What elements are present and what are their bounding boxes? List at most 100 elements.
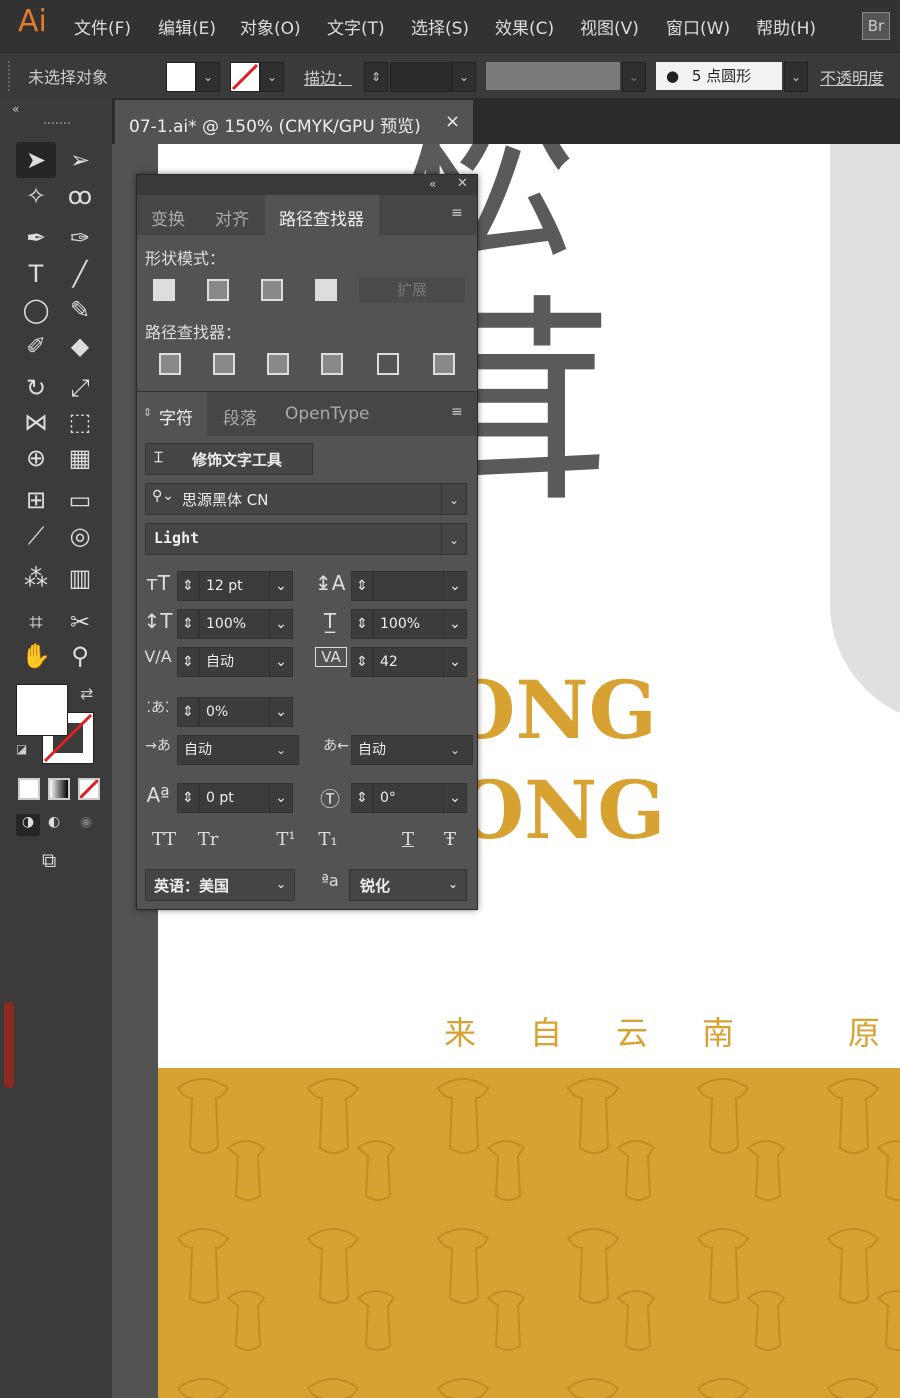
tracking-dropdown[interactable]: ⌄ (443, 647, 467, 677)
rotate-tool-icon[interactable]: ↻ (16, 370, 56, 406)
minus-back-icon[interactable] (433, 353, 455, 375)
panel-header[interactable]: « ✕ (137, 175, 477, 195)
draw-inside-icon[interactable]: ◉ (80, 814, 92, 830)
document-tab[interactable]: 07-1.ai* @ 150% (CMYK/GPU 预览) × (115, 100, 473, 144)
type-tool-icon[interactable]: T (16, 256, 56, 292)
tsume-stepper[interactable]: ⇕ (177, 697, 199, 727)
baseline-shift-input[interactable]: 0 pt (199, 783, 273, 813)
aki-left-select[interactable]: 自动 ⌄ (177, 735, 299, 765)
minus-front-icon[interactable] (207, 279, 229, 301)
strikethrough-button[interactable]: Ŧ (435, 829, 465, 850)
menu-edit[interactable]: 编辑(E) (158, 14, 216, 39)
trim-icon[interactable] (213, 353, 235, 375)
font-family-select[interactable]: ⚲⌄ 思源黑体 CN (145, 483, 443, 515)
touch-type-tool-button[interactable]: ⌶ 修饰文字工具 (145, 443, 313, 475)
lasso-tool-icon[interactable]: ꝏ (60, 178, 100, 214)
brush-definition[interactable]: ● 5 点圆形 (656, 62, 782, 90)
stroke-weight-dropdown[interactable]: ⌄ (452, 62, 476, 92)
antialias-select[interactable]: 锐化 ⌄ (349, 869, 467, 901)
fill-swatch[interactable] (166, 62, 196, 92)
fill-dropdown[interactable]: ⌄ (196, 62, 220, 92)
color-mode-icon[interactable] (18, 778, 40, 800)
pen-tool-icon[interactable]: ✒ (16, 220, 56, 256)
swap-colors-icon[interactable]: ⇄ (80, 684, 93, 703)
direct-selection-tool-icon[interactable]: ➢ (60, 142, 100, 178)
symbol-sprayer-tool-icon[interactable]: ⁂ (16, 560, 56, 596)
panel-menu-icon[interactable]: ≡ (451, 205, 463, 221)
character-rotation-stepper[interactable]: ⇕ (351, 783, 373, 813)
free-transform-tool-icon[interactable]: ⬚ (60, 404, 100, 440)
font-size-stepper[interactable]: ⇕ (177, 571, 199, 601)
tracking-stepper[interactable]: ⇕ (351, 647, 373, 677)
expand-button[interactable]: 扩展 (359, 277, 465, 303)
horizontal-scale-input[interactable]: 100% (373, 609, 447, 639)
opacity-label[interactable]: 不透明度 (820, 65, 884, 89)
menu-select[interactable]: 选择(S) (411, 14, 469, 39)
tab-opentype[interactable]: OpenType (285, 404, 369, 424)
draw-behind-icon[interactable]: ◐ (48, 814, 60, 830)
gradient-tool-icon[interactable]: ▭ (60, 482, 100, 518)
language-select[interactable]: 英语：美国 ⌄ (145, 869, 295, 901)
kerning-input[interactable]: 自动 (199, 647, 273, 677)
shaper-tool-icon[interactable]: ✐ (16, 328, 56, 364)
eyedropper-tool-icon[interactable]: ⟋ (16, 518, 56, 554)
tsume-input[interactable]: 0% (199, 697, 273, 727)
hand-tool-icon[interactable]: ✋ (16, 638, 56, 674)
menu-effect[interactable]: 效果(C) (495, 14, 554, 39)
menu-file[interactable]: 文件(F) (74, 14, 131, 39)
menu-object[interactable]: 对象(O) (240, 14, 301, 39)
bridge-button[interactable]: Br (862, 12, 890, 40)
close-tab-icon[interactable]: × (445, 111, 460, 132)
tab-paragraph[interactable]: 段落 (223, 404, 257, 429)
profile-dropdown[interactable]: ⌄ (622, 62, 646, 92)
tsume-dropdown[interactable]: ⌄ (269, 697, 293, 727)
perspective-grid-tool-icon[interactable]: ▦ (60, 440, 100, 476)
vertical-scale-dropdown[interactable]: ⌄ (269, 609, 293, 639)
horizontal-scale-dropdown[interactable]: ⌄ (443, 609, 467, 639)
paintbrush-tool-icon[interactable]: ✎ (60, 292, 100, 328)
character-rotation-dropdown[interactable]: ⌄ (443, 783, 467, 813)
draw-normal-icon[interactable]: ◑ (16, 814, 40, 836)
gradient-mode-icon[interactable] (48, 778, 70, 800)
curvature-tool-icon[interactable]: ✑ (60, 220, 100, 256)
shape-builder-tool-icon[interactable]: ⊕ (16, 440, 56, 476)
all-caps-button[interactable]: TT (149, 829, 179, 850)
variable-width-profile[interactable] (486, 62, 620, 90)
character-rotation-input[interactable]: 0° (373, 783, 447, 813)
ellipse-tool-icon[interactable]: ◯ (16, 292, 56, 328)
leading-stepper[interactable]: ⇕ (351, 571, 373, 601)
underline-button[interactable]: T (393, 829, 423, 850)
font-family-dropdown[interactable]: ⌄ (441, 483, 467, 515)
blend-tool-icon[interactable]: ◎ (60, 518, 100, 554)
close-icon[interactable]: ✕ (457, 176, 468, 191)
baseline-shift-dropdown[interactable]: ⌄ (269, 783, 293, 813)
kerning-stepper[interactable]: ⇕ (177, 647, 199, 677)
font-size-dropdown[interactable]: ⌄ (269, 571, 293, 601)
screen-mode-icon[interactable]: ⧉ (42, 848, 56, 872)
unite-icon[interactable] (153, 279, 175, 301)
mesh-tool-icon[interactable]: ⊞ (16, 482, 56, 518)
eraser-tool-icon[interactable]: ◆ (60, 328, 100, 364)
leading-dropdown[interactable]: ⌄ (443, 571, 467, 601)
aki-right-select[interactable]: 自动 ⌄ (351, 735, 473, 765)
vertical-scale-input[interactable]: 100% (199, 609, 273, 639)
stroke-weight-input[interactable] (390, 62, 452, 92)
font-size-input[interactable]: 12 pt (199, 571, 273, 601)
crop-icon[interactable] (321, 353, 343, 375)
selection-tool-icon[interactable]: ➤ (16, 142, 56, 178)
collapse-icon[interactable]: « (12, 102, 19, 116)
stroke-label[interactable]: 描边： (304, 65, 352, 89)
merge-icon[interactable] (267, 353, 289, 375)
menu-view[interactable]: 视图(V) (580, 14, 639, 39)
outline-icon[interactable] (377, 353, 399, 375)
slice-tool-icon[interactable]: ✂ (60, 604, 100, 640)
width-tool-icon[interactable]: ⋈ (16, 404, 56, 440)
brush-dropdown[interactable]: ⌄ (784, 62, 808, 92)
tracking-input[interactable]: 42 (373, 647, 447, 677)
panel-menu-icon[interactable]: ≡ (451, 404, 463, 420)
zoom-tool-icon[interactable]: ⚲ (60, 638, 100, 674)
fill-indicator[interactable] (16, 684, 68, 736)
baseline-shift-stepper[interactable]: ⇕ (177, 783, 199, 813)
scale-tool-icon[interactable]: ⤢ (60, 370, 100, 406)
options-toggle-icon[interactable]: ⇕ (143, 406, 152, 419)
